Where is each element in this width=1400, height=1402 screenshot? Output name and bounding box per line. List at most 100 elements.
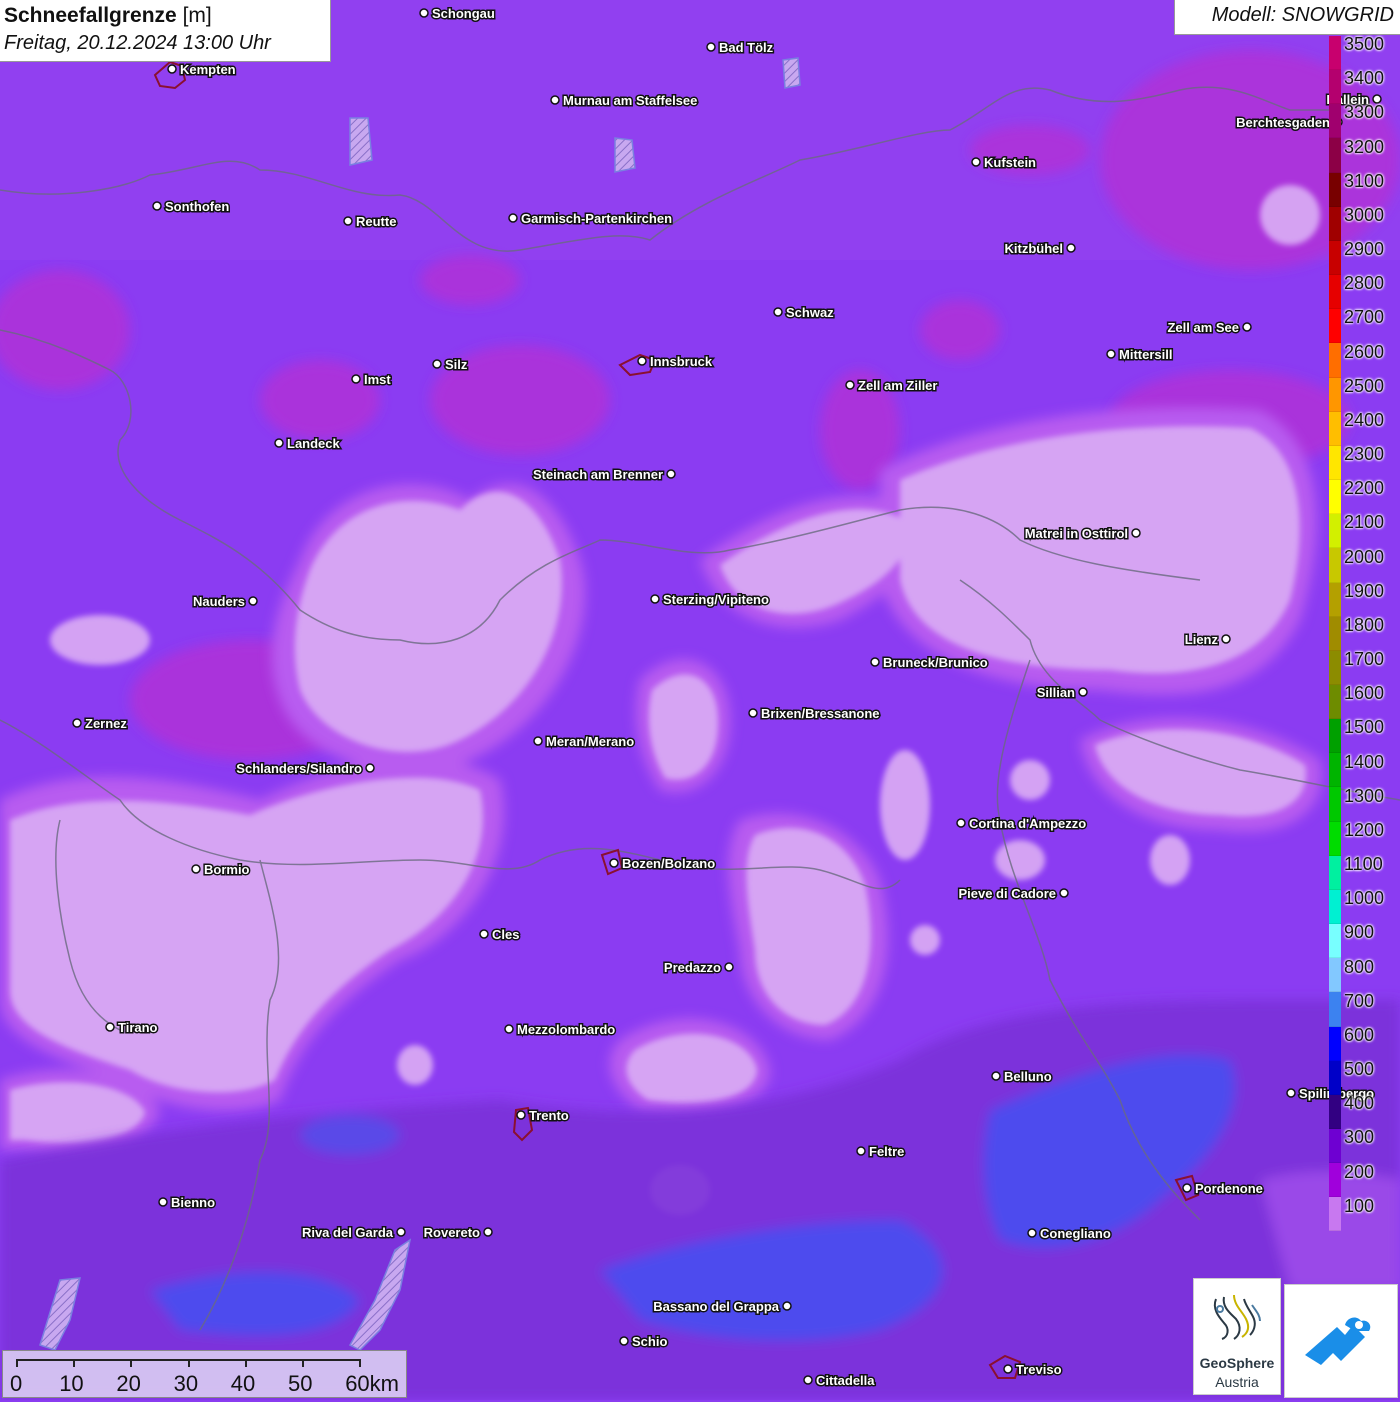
city-marker[interactable]: Zell am Ziller — [845, 377, 939, 395]
city-label: Mittersill — [1119, 347, 1172, 362]
legend-swatch — [1329, 924, 1341, 959]
scale-tick — [130, 1359, 133, 1367]
mountain-cloud-icon — [1305, 1317, 1371, 1365]
city-dot — [343, 216, 353, 226]
legend-swatch — [1329, 1197, 1341, 1232]
city-marker[interactable]: Meran/Merano — [533, 733, 636, 751]
geosphere-name: GeoSphere — [1199, 1355, 1275, 1371]
city-marker[interactable]: Mezzolombardo — [504, 1021, 617, 1039]
city-label: Schlanders/Silandro — [236, 761, 362, 776]
city-label: Zell am Ziller — [858, 378, 937, 393]
city-marker[interactable]: Murnau am Staffelsee — [550, 92, 699, 110]
city-label: Bruneck/Brunico — [883, 655, 988, 670]
city-marker[interactable]: Pieve di Cadore — [957, 885, 1069, 903]
city-marker[interactable]: Garmisch-Partenkirchen — [508, 210, 674, 228]
legend-swatch — [1329, 1026, 1341, 1061]
city-marker[interactable]: Conegliano — [1027, 1225, 1112, 1243]
geosphere-sub: Austria — [1215, 1374, 1259, 1390]
city-label: Kitzbühel — [1005, 241, 1064, 256]
legend-swatch — [1329, 1060, 1341, 1095]
city-dot — [167, 64, 177, 74]
legend-swatch — [1329, 548, 1341, 583]
city-marker[interactable]: Pordenone — [1182, 1180, 1264, 1198]
city-marker[interactable]: Matrei in Osttirol — [1023, 525, 1141, 543]
city-dot — [504, 1024, 514, 1034]
legend-swatch — [1329, 275, 1341, 310]
legend-label: 3200 — [1344, 136, 1385, 157]
city-dot — [782, 1301, 792, 1311]
legend-label: 900 — [1344, 922, 1375, 943]
city-dot — [158, 1197, 168, 1207]
legend-label: 2100 — [1344, 512, 1385, 533]
city-label: Schongau — [432, 6, 495, 21]
city-dot — [1131, 528, 1141, 538]
legend-swatch — [1329, 787, 1341, 822]
city-marker[interactable]: Bruneck/Brunico — [870, 654, 989, 672]
snowfall-line-map: Schongau Kempten Bad Tölz Murnau am Staffel… — [0, 0, 1400, 1400]
city-marker[interactable]: Bassano del Grappa — [652, 1298, 792, 1316]
city-label: Cles — [492, 927, 519, 942]
legend-swatch — [1329, 582, 1341, 617]
city-dot — [1059, 888, 1069, 898]
legend-swatch — [1329, 650, 1341, 685]
city-label: Pieve di Cadore — [958, 886, 1056, 901]
city-label: Trento — [529, 1108, 569, 1123]
title-unit: [m] — [182, 4, 212, 27]
city-marker[interactable]: Brixen/Bressanone — [748, 705, 881, 723]
city-dot — [619, 1336, 629, 1346]
snowgrid-logo[interactable] — [1284, 1284, 1398, 1398]
legend-label: 1700 — [1344, 649, 1385, 670]
city-marker[interactable]: Sterzing/Vipiteno — [650, 591, 770, 609]
legend-swatch — [1329, 377, 1341, 412]
city-dot — [650, 594, 660, 604]
city-marker[interactable]: Riva del Garda — [300, 1224, 406, 1242]
legend-swatch — [1329, 343, 1341, 378]
city-marker[interactable]: Berchtesgaden — [1235, 114, 1343, 132]
legend-swatch — [1329, 1094, 1341, 1129]
city-label: Imst — [364, 372, 391, 387]
legend-label: 1200 — [1344, 819, 1385, 840]
city-dot — [396, 1227, 406, 1237]
legend-swatch — [1329, 480, 1341, 515]
legend-label: 3000 — [1344, 204, 1385, 225]
legend-label: 2700 — [1344, 307, 1385, 328]
scale-label: 30 — [173, 1371, 199, 1396]
city-dot — [845, 380, 855, 390]
city-marker[interactable]: Cortina d'Ampezzo — [956, 815, 1088, 833]
legend-swatch — [1329, 616, 1341, 651]
city-label: Bienno — [171, 1195, 215, 1210]
city-marker[interactable]: Innsbruck — [637, 353, 714, 371]
legend-label: 2000 — [1344, 546, 1385, 567]
scale-tick — [73, 1359, 76, 1367]
city-label: Conegliano — [1040, 1226, 1111, 1241]
city-label: Treviso — [1016, 1362, 1062, 1377]
city-label: Kempten — [180, 62, 236, 77]
city-dot — [516, 1110, 526, 1120]
city-marker[interactable]: Schongau — [419, 5, 496, 23]
city-dot — [991, 1071, 1001, 1081]
city-marker[interactable]: Sonthofen — [152, 198, 231, 216]
scale-label: 60km — [345, 1371, 399, 1396]
city-marker[interactable]: Bozen/Bolzano — [609, 855, 717, 873]
city-marker[interactable]: Schlanders/Silandro — [235, 760, 375, 778]
city-label: Kufstein — [984, 155, 1036, 170]
map-title: Schneefallgrenze [m] — [4, 3, 326, 29]
legend-label: 400 — [1344, 1093, 1375, 1114]
legend-label: 200 — [1344, 1161, 1375, 1182]
city-dot — [956, 818, 966, 828]
legend-label: 800 — [1344, 956, 1375, 977]
scale-tick — [359, 1359, 362, 1367]
legend-swatch — [1329, 992, 1341, 1027]
city-marker[interactable]: Steinach am Brenner — [531, 466, 676, 484]
geosphere-logo[interactable]: GeoSphere Austria — [1193, 1278, 1281, 1395]
city-dot — [152, 201, 162, 211]
legend-label: 2600 — [1344, 341, 1385, 362]
legend-swatch — [1329, 514, 1341, 549]
scale-tick — [187, 1359, 190, 1367]
city-dot — [706, 42, 716, 52]
city-label: Bormio — [204, 862, 250, 877]
legend-label: 600 — [1344, 1024, 1375, 1045]
city-marker[interactable]: Zell am See — [1166, 319, 1252, 337]
geosphere-emblem-icon — [1213, 1294, 1261, 1340]
city-label: Sonthofen — [165, 199, 229, 214]
